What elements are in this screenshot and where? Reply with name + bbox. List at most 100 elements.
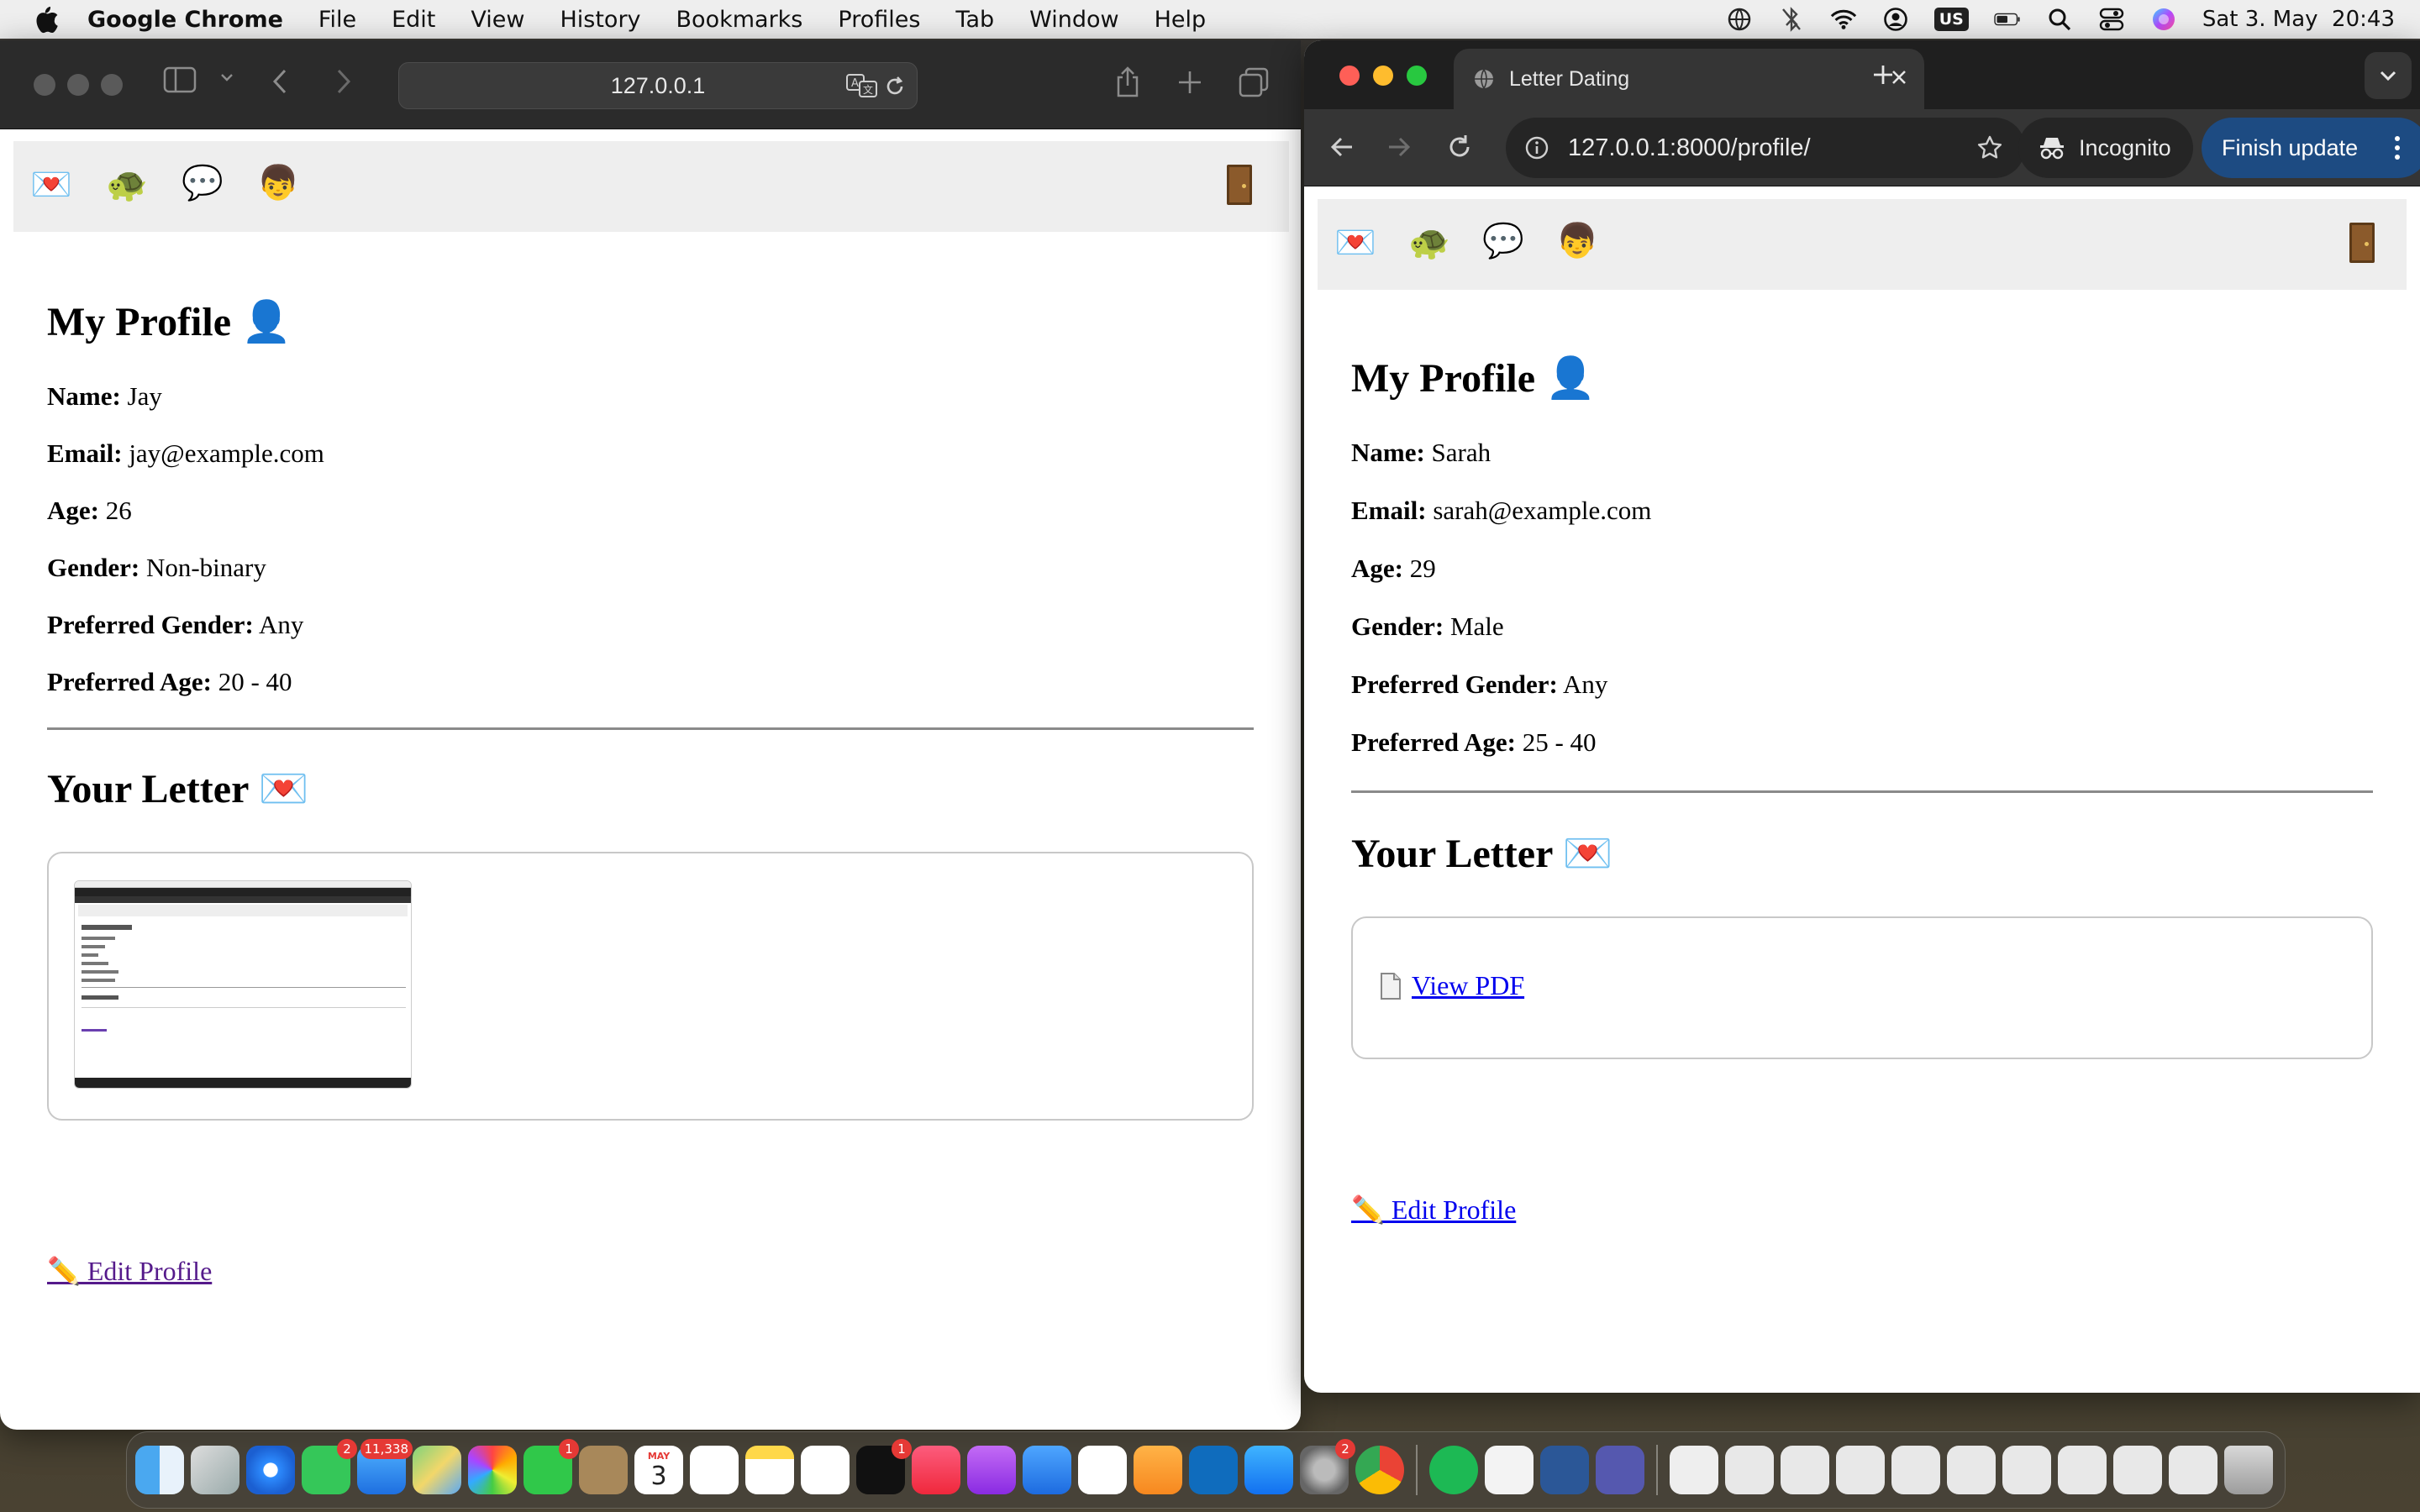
sidebar-toggle-icon[interactable] (163, 66, 197, 101)
recent-file-icon[interactable] (2113, 1446, 2162, 1494)
new-tab-icon[interactable] (1176, 69, 1203, 102)
spotify-icon[interactable] (1429, 1446, 1478, 1494)
window-zoom-button[interactable] (101, 74, 123, 96)
door-icon[interactable] (2349, 223, 2375, 263)
safari-icon[interactable] (246, 1446, 295, 1494)
recent-file-icon[interactable] (1947, 1446, 1996, 1494)
finish-update-button[interactable]: Finish update (2202, 118, 2420, 178)
window-close-button[interactable] (1339, 66, 1360, 86)
menu-bookmarks[interactable]: Bookmarks (676, 7, 803, 33)
translate-icon[interactable]: A文 (846, 73, 878, 104)
messages-icon[interactable]: 2 (302, 1439, 357, 1494)
launchpad-icon[interactable] (191, 1446, 239, 1494)
view-pdf-link[interactable]: View PDF (1412, 970, 1524, 1001)
turtle-icon[interactable]: 🐢 (1408, 226, 1450, 260)
menu-tab[interactable]: Tab (955, 7, 994, 33)
pages-icon[interactable] (1134, 1446, 1182, 1494)
menu-help[interactable]: Help (1155, 7, 1207, 33)
person-icon[interactable]: 👦 (257, 166, 299, 200)
reload-icon[interactable] (883, 75, 907, 104)
system-settings-icon[interactable]: 2 (1300, 1439, 1355, 1494)
edit-profile-link[interactable]: ✏️ Edit Profile (1351, 1194, 1516, 1226)
keynote-icon[interactable] (1023, 1446, 1071, 1494)
site-info-icon[interactable] (1524, 135, 1549, 160)
spotlight-search-icon[interactable] (2046, 6, 2073, 33)
turtle-icon[interactable]: 🐢 (106, 168, 148, 202)
battery-icon[interactable] (1994, 6, 2021, 33)
facetime-icon[interactable]: 1 (523, 1439, 579, 1494)
music-icon[interactable] (912, 1446, 960, 1494)
window-zoom-button[interactable] (1407, 66, 1427, 86)
maps-icon[interactable] (413, 1446, 461, 1494)
menu-window[interactable]: Window (1029, 7, 1118, 33)
recent-file-icon[interactable] (1891, 1446, 1940, 1494)
speech-bubble-icon[interactable]: 💬 (182, 166, 224, 200)
reminders-icon[interactable] (690, 1446, 739, 1494)
finder-icon[interactable] (135, 1446, 184, 1494)
recent-file-icon[interactable] (1836, 1446, 1885, 1494)
letter-heart-icon[interactable]: 💌 (30, 168, 72, 202)
door-icon[interactable] (1227, 165, 1252, 205)
menu-edit[interactable]: Edit (392, 7, 435, 33)
letter-heart-icon[interactable]: 💌 (1334, 226, 1376, 260)
recent-file-icon[interactable] (2002, 1446, 2051, 1494)
mail-icon[interactable]: 11,338 (357, 1439, 413, 1494)
freeform-icon[interactable] (801, 1446, 850, 1494)
chrome-icon[interactable] (1355, 1446, 1404, 1494)
wifi-icon[interactable] (1830, 6, 1857, 33)
edit-profile-link[interactable]: ✏️ Edit Profile (47, 1255, 212, 1287)
kebab-menu-icon[interactable] (2393, 134, 2402, 161)
bookmark-star-icon[interactable] (1976, 134, 2003, 161)
apple-menu-icon[interactable] (34, 5, 59, 34)
menu-file[interactable]: File (318, 7, 356, 33)
podcasts-icon[interactable] (967, 1446, 1016, 1494)
control-center-icon[interactable] (2098, 6, 2125, 33)
recent-file-icon[interactable] (1781, 1446, 1829, 1494)
tab-overview-icon[interactable] (1239, 67, 1269, 104)
omnibox-url[interactable]: 127.0.0.1:8000/profile/ (1568, 134, 1811, 162)
chevron-down-icon[interactable] (218, 69, 235, 91)
siri-icon[interactable] (2150, 6, 2177, 33)
forward-icon[interactable] (1385, 133, 1413, 168)
document-stack-icon[interactable] (1670, 1446, 1718, 1494)
contacts-icon[interactable] (579, 1446, 628, 1494)
word-icon[interactable] (1540, 1446, 1589, 1494)
incognito-badge[interactable]: Incognito (2018, 118, 2193, 178)
reload-icon[interactable] (1445, 133, 1474, 168)
menu-profiles[interactable]: Profiles (838, 7, 920, 33)
forward-icon[interactable] (333, 67, 353, 102)
clock-datetime[interactable]: Sat 3. May 20:43 (2202, 7, 2395, 32)
tab-letter-dating[interactable]: Letter Dating (1454, 49, 1924, 109)
apple-tv-icon[interactable]: 1 (856, 1439, 912, 1494)
person-icon[interactable]: 👦 (1556, 224, 1598, 258)
bluetooth-off-icon[interactable] (1778, 6, 1805, 33)
vpn-globe-icon[interactable] (1726, 6, 1753, 33)
safari-address-bar[interactable]: 127.0.0.1 A文 (398, 62, 918, 109)
letter-image-thumbnail[interactable] (74, 880, 412, 1089)
window-close-button[interactable] (34, 74, 55, 96)
new-tab-plus-icon[interactable] (1870, 62, 1896, 94)
preview-icon[interactable] (1485, 1446, 1534, 1494)
trash-icon[interactable] (2224, 1446, 2273, 1494)
recent-file-icon[interactable] (2058, 1446, 2107, 1494)
recent-file-icon[interactable] (1725, 1446, 1774, 1494)
back-icon[interactable] (271, 67, 291, 102)
menu-history[interactable]: History (560, 7, 640, 33)
calendar-icon[interactable]: MAY 3 (634, 1446, 683, 1494)
chrome-omnibox[interactable]: 127.0.0.1:8000/profile/ (1506, 118, 2025, 178)
menu-view[interactable]: View (471, 7, 524, 33)
window-minimize-button[interactable] (67, 74, 89, 96)
input-source-badge[interactable]: US (1933, 8, 1969, 31)
notes-icon[interactable] (745, 1446, 794, 1494)
menu-app-name[interactable]: Google Chrome (87, 7, 283, 33)
photos-icon[interactable] (468, 1446, 517, 1494)
teams-icon[interactable] (1596, 1446, 1644, 1494)
recent-file-icon[interactable] (2169, 1446, 2217, 1494)
tab-search-icon[interactable] (2365, 52, 2412, 106)
share-icon[interactable] (1114, 66, 1141, 106)
back-icon[interactable] (1328, 133, 1356, 168)
vscode-icon[interactable] (1189, 1446, 1238, 1494)
window-minimize-button[interactable] (1373, 66, 1393, 86)
app-store-icon[interactable] (1244, 1446, 1293, 1494)
speech-bubble-icon[interactable]: 💬 (1482, 224, 1524, 258)
